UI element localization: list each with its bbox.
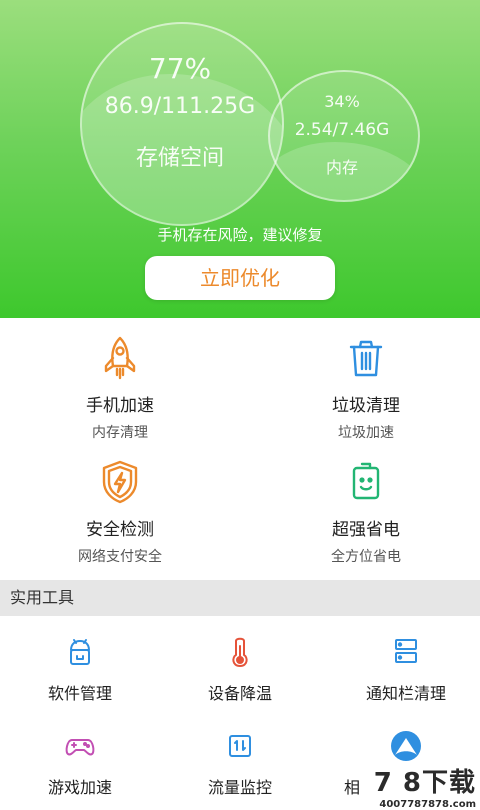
section-header-tools: 实用工具 <box>0 580 480 616</box>
memory-label: 内存 <box>325 158 358 177</box>
feature-title: 超强省电 <box>332 520 400 540</box>
feature-title: 垃圾清理 <box>332 396 400 416</box>
notification-icon <box>388 634 424 670</box>
tool-label: 设备降温 <box>207 684 272 703</box>
tool-app-manager[interactable]: 软件管理 <box>0 634 160 704</box>
watermark-url: 4007787878.com <box>379 799 476 810</box>
feature-subtitle: 垃圾加速 <box>338 425 394 441</box>
feature-phone-boost[interactable]: 手机加速 内存清理 <box>20 334 220 442</box>
hero-panel: 77% 86.9/111.25G 存储空间 34% 2.54/7.46G 内存 … <box>0 0 480 318</box>
tool-notification-clean[interactable]: 通知栏清理 <box>326 634 480 704</box>
battery-icon <box>342 458 390 506</box>
storage-label: 存储空间 <box>135 146 224 171</box>
gamepad-icon <box>62 728 98 764</box>
watermark: 7 8下载 4007787878.com <box>374 762 476 810</box>
storage-percent: 77% <box>148 52 212 85</box>
tool-traffic-monitor[interactable]: 流量监控 <box>160 728 320 798</box>
shield-bolt-icon <box>96 458 144 506</box>
watermark-logo: 7 8下载 <box>373 768 476 798</box>
optimize-button[interactable]: 立即优化 <box>145 256 335 300</box>
compass-icon <box>388 728 424 764</box>
rocket-icon <box>96 334 144 382</box>
memory-usage: 2.54/7.46G <box>294 120 390 140</box>
tool-device-cooling[interactable]: 设备降温 <box>160 634 320 704</box>
trash-icon <box>342 334 390 382</box>
storage-usage: 86.9/111.25G <box>104 94 256 119</box>
feature-subtitle: 全方位省电 <box>331 549 401 565</box>
thermometer-icon <box>222 634 258 670</box>
traffic-icon <box>222 728 258 764</box>
tool-label: 软件管理 <box>47 684 112 703</box>
feature-title: 安全检测 <box>86 520 154 540</box>
risk-warning: 手机存在风险，建议修复 <box>157 226 323 244</box>
tool-label: 通知栏清理 <box>365 684 446 703</box>
feature-title: 手机加速 <box>86 396 154 416</box>
feature-subtitle: 网络支付安全 <box>78 549 162 565</box>
feature-junk-clean[interactable]: 垃圾清理 垃圾加速 <box>266 334 466 442</box>
feature-subtitle: 内存清理 <box>92 425 148 441</box>
android-icon <box>62 634 98 670</box>
memory-percent: 34% <box>324 92 360 111</box>
tool-label: 游戏加速 <box>47 778 112 797</box>
feature-power-save[interactable]: 超强省电 全方位省电 <box>266 458 466 566</box>
feature-security-check[interactable]: 安全检测 网络支付安全 <box>20 458 220 566</box>
tool-game-boost[interactable]: 游戏加速 <box>0 728 160 798</box>
tool-label: 流量监控 <box>207 778 272 797</box>
